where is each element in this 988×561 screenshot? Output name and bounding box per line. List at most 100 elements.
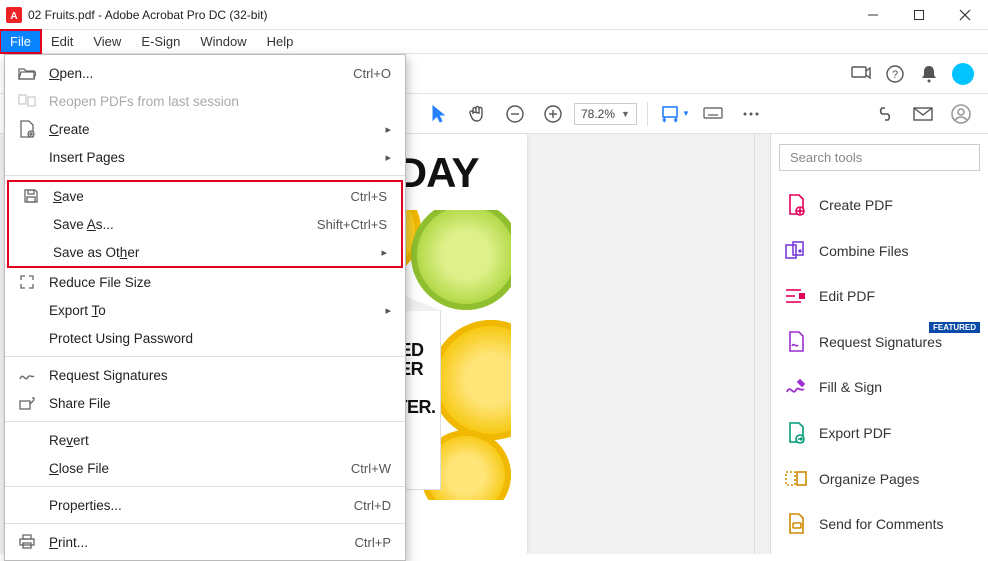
zoom-level[interactable]: 78.2% ▼	[574, 103, 637, 125]
submenu-arrow-icon: ▸	[385, 123, 391, 136]
menu-save-other[interactable]: Save as Other ▸	[9, 238, 401, 266]
tool-label: Edit PDF	[819, 288, 875, 304]
tool-label: Export PDF	[819, 425, 891, 441]
organize-pages-icon	[785, 468, 807, 490]
titlebar: A 02 Fruits.pdf - Adobe Acrobat Pro DC (…	[0, 0, 988, 30]
folder-open-icon	[17, 63, 37, 83]
tool-fill-sign[interactable]: Fill & Sign	[779, 368, 980, 408]
save-icon	[21, 186, 41, 206]
menu-protect-label: Protect Using Password	[49, 331, 193, 346]
menu-close-label: Close File	[49, 461, 109, 476]
menu-save[interactable]: Save Ctrl+S	[9, 182, 401, 210]
menu-reopen: Reopen PDFs from last session	[5, 87, 405, 115]
print-icon	[17, 532, 37, 552]
request-signatures-icon	[785, 331, 807, 353]
menu-create[interactable]: Create ▸	[5, 115, 405, 143]
svg-text:A: A	[10, 11, 17, 22]
menu-esign[interactable]: E-Sign	[131, 30, 190, 53]
send-comments-icon	[785, 513, 807, 535]
menu-export-label: Export To	[49, 303, 106, 318]
fill-sign-icon	[785, 376, 807, 398]
reduce-icon	[17, 272, 37, 292]
bell-icon[interactable]	[912, 57, 946, 91]
tool-label: Combine Files	[819, 243, 908, 259]
menu-window[interactable]: Window	[190, 30, 256, 53]
tool-label: Organize Pages	[819, 471, 919, 487]
tool-label: Fill & Sign	[819, 379, 882, 395]
menu-open-label: Open...	[49, 66, 93, 81]
help-icon[interactable]: ?	[878, 57, 912, 91]
menu-edit[interactable]: Edit	[41, 30, 83, 53]
reopen-icon	[17, 91, 37, 111]
selection-tool-icon[interactable]	[422, 97, 456, 131]
menu-share-file[interactable]: Share File	[5, 389, 405, 417]
menu-print[interactable]: Print... Ctrl+P	[5, 528, 405, 556]
save-group-highlight: Save Ctrl+S Save As... Shift+Ctrl+S Save…	[7, 180, 403, 268]
keyboard-icon[interactable]	[696, 97, 730, 131]
tool-combine-files[interactable]: Combine Files	[779, 231, 980, 271]
menu-protect[interactable]: Protect Using Password	[5, 324, 405, 352]
menu-save-as-shortcut: Shift+Ctrl+S	[317, 217, 387, 232]
menu-open[interactable]: Open... Ctrl+O	[5, 59, 405, 87]
menu-revert-label: Revert	[49, 433, 89, 448]
zoom-value: 78.2%	[581, 107, 615, 121]
zoom-in-icon[interactable]	[536, 97, 570, 131]
zoom-out-icon[interactable]	[498, 97, 532, 131]
fit-width-icon[interactable]: ▼	[658, 97, 692, 131]
menu-properties[interactable]: Properties... Ctrl+D	[5, 491, 405, 519]
search-tools-input[interactable]: Search tools	[779, 144, 980, 171]
menu-help[interactable]: Help	[257, 30, 304, 53]
menu-open-shortcut: Ctrl+O	[353, 66, 391, 81]
tool-export-pdf[interactable]: Export PDF	[779, 413, 980, 453]
submenu-arrow-icon: ▸	[381, 246, 387, 259]
menu-save-other-label: Save as Other	[53, 245, 139, 260]
menu-create-label: Create	[49, 122, 90, 137]
app-icon: A	[6, 7, 22, 23]
tool-send-comments[interactable]: Send for Comments	[779, 504, 980, 544]
close-button[interactable]	[942, 0, 988, 30]
combine-files-icon	[785, 240, 807, 262]
menu-reduce-size[interactable]: Reduce File Size	[5, 268, 405, 296]
minimize-button[interactable]	[850, 0, 896, 30]
svg-text:?: ?	[892, 69, 898, 81]
menu-export-to[interactable]: Export To ▸	[5, 296, 405, 324]
menu-share-label: Share File	[49, 396, 111, 411]
menu-insert-label: Insert Pages	[49, 150, 125, 165]
menu-view[interactable]: View	[83, 30, 131, 53]
scrollbar[interactable]	[754, 134, 770, 554]
more-icon[interactable]	[734, 97, 768, 131]
profile-icon[interactable]	[944, 97, 978, 131]
menubar: File Edit View E-Sign Window Help	[0, 30, 988, 54]
menu-revert[interactable]: Revert	[5, 426, 405, 454]
tool-edit-pdf[interactable]: Edit PDF	[779, 276, 980, 316]
submenu-arrow-icon: ▸	[385, 304, 391, 317]
menu-reopen-label: Reopen PDFs from last session	[49, 94, 239, 109]
maximize-button[interactable]	[896, 0, 942, 30]
tool-organize-pages[interactable]: Organize Pages	[779, 459, 980, 499]
signature-icon	[17, 365, 37, 385]
tool-request-signatures[interactable]: FEATURED Request Signatures	[779, 322, 980, 362]
tools-panel: Search tools Create PDF Combine Files Ed…	[770, 134, 988, 554]
tool-create-pdf[interactable]: Create PDF	[779, 185, 980, 225]
menu-print-shortcut: Ctrl+P	[355, 535, 391, 550]
mail-icon[interactable]	[906, 97, 940, 131]
menu-save-label: Save	[53, 189, 84, 204]
share-screen-icon[interactable]	[844, 57, 878, 91]
window-title: 02 Fruits.pdf - Adobe Acrobat Pro DC (32…	[28, 8, 267, 22]
tool-label: Create PDF	[819, 197, 893, 213]
menu-save-as[interactable]: Save As... Shift+Ctrl+S	[9, 210, 401, 238]
menu-reduce-label: Reduce File Size	[49, 275, 151, 290]
hand-tool-icon[interactable]	[460, 97, 494, 131]
search-placeholder: Search tools	[790, 150, 862, 165]
menu-file[interactable]: File	[0, 30, 41, 53]
share-icon	[17, 393, 37, 413]
menu-close-shortcut: Ctrl+W	[351, 461, 391, 476]
menu-request-signatures[interactable]: Request Signatures	[5, 361, 405, 389]
link-icon[interactable]	[868, 97, 902, 131]
menu-insert-pages[interactable]: Insert Pages ▸	[5, 143, 405, 171]
menu-save-shortcut: Ctrl+S	[351, 189, 387, 204]
edit-pdf-icon	[785, 285, 807, 307]
menu-save-as-label: Save As...	[53, 217, 114, 232]
user-avatar[interactable]	[946, 57, 980, 91]
menu-close-file[interactable]: Close File Ctrl+W	[5, 454, 405, 482]
